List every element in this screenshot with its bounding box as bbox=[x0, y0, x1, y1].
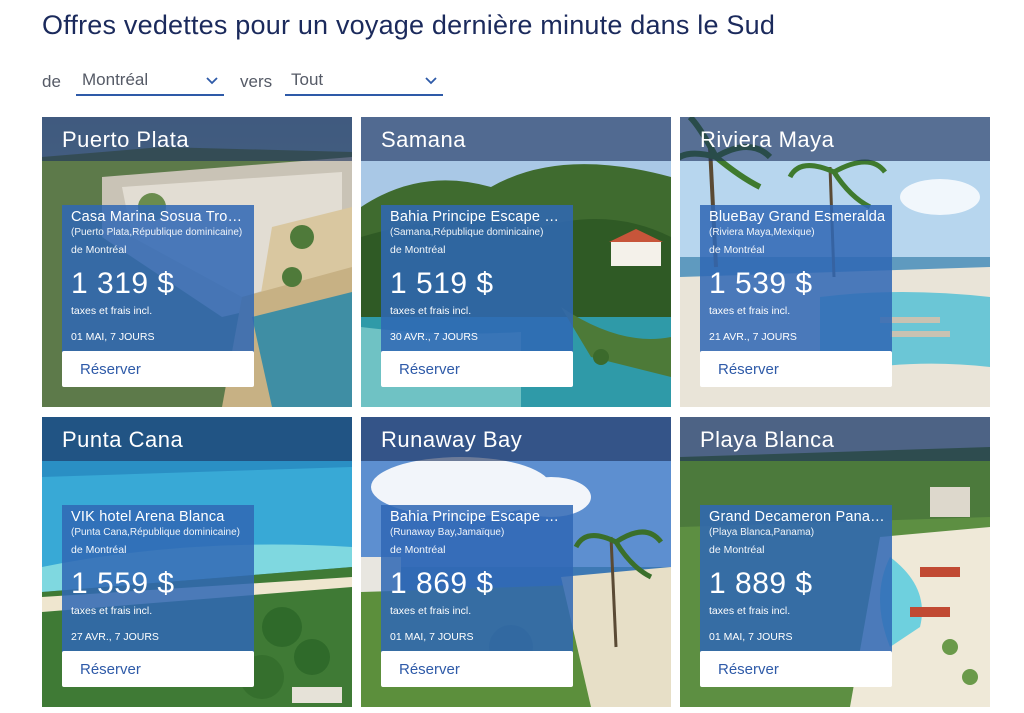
deal-dates: 21 AVR., 7 JOURS bbox=[709, 331, 797, 343]
deal-price: 1 319 $ bbox=[71, 267, 175, 300]
departure-city: de Montréal bbox=[709, 244, 765, 256]
departure-city: de Montréal bbox=[709, 544, 765, 556]
chevron-down-icon bbox=[425, 77, 437, 85]
hotel-location: (Samana,République dominicaine) bbox=[390, 227, 544, 238]
deal-price: 1 869 $ bbox=[390, 567, 494, 600]
hotel-location: (Riviera Maya,Mexique) bbox=[709, 227, 815, 238]
deal-dates: 01 MAI, 7 JOURS bbox=[709, 631, 793, 643]
departure-city: de Montréal bbox=[390, 244, 446, 256]
hotel-name: Bahia Principe Escape Runaway Bay bbox=[390, 509, 568, 525]
deal-card-samana[interactable]: Samana Bahia Principe Escape Cayo Levant… bbox=[361, 117, 671, 407]
destination-name: Puerto Plata bbox=[62, 127, 190, 152]
departure-city: de Montréal bbox=[71, 244, 127, 256]
to-select[interactable]: Tout bbox=[285, 66, 443, 96]
to-select-value: Tout bbox=[291, 70, 324, 89]
deal-card-runaway-bay[interactable]: Runaway Bay Bahia Principe Escape Runawa… bbox=[361, 417, 671, 707]
reserve-button[interactable]: Réserver bbox=[700, 351, 892, 387]
taxes-note: taxes et frais incl. bbox=[709, 305, 791, 317]
deal-price: 1 889 $ bbox=[709, 567, 813, 600]
taxes-note: taxes et frais incl. bbox=[71, 605, 153, 617]
taxes-note: taxes et frais incl. bbox=[71, 305, 153, 317]
hotel-location: (Puerto Plata,République dominicaine) bbox=[71, 227, 243, 238]
deal-dates: 01 MAI, 7 JOURS bbox=[71, 331, 155, 343]
reserve-button[interactable]: Réserver bbox=[62, 651, 254, 687]
destination-name: Riviera Maya bbox=[700, 127, 835, 152]
deal-card-riviera-maya[interactable]: Riviera Maya BlueBay Grand Esmeralda (Ri… bbox=[680, 117, 990, 407]
from-select[interactable]: Montréal bbox=[76, 66, 224, 96]
hotel-name: BlueBay Grand Esmeralda bbox=[709, 209, 886, 225]
from-label: de bbox=[42, 72, 61, 91]
hotel-name: Casa Marina Sosua Tropical bbox=[71, 209, 249, 225]
hotel-name: Grand Decameron Panamá bbox=[709, 509, 887, 525]
reserve-button[interactable]: Réserver bbox=[381, 651, 573, 687]
destination-name: Playa Blanca bbox=[700, 427, 835, 452]
to-label: vers bbox=[240, 72, 273, 91]
destination-name: Runaway Bay bbox=[381, 427, 523, 452]
destination-name: Samana bbox=[381, 127, 466, 152]
page-title: Offres vedettes pour un voyage dernière … bbox=[42, 10, 776, 40]
chevron-down-icon bbox=[206, 77, 218, 85]
deal-price: 1 519 $ bbox=[390, 267, 494, 300]
destination-name: Punta Cana bbox=[62, 427, 184, 452]
deal-card-puerto-plata[interactable]: Puerto Plata Casa Marina Sosua Tropical … bbox=[42, 117, 352, 407]
taxes-note: taxes et frais incl. bbox=[390, 305, 472, 317]
deal-card-playa-blanca[interactable]: Playa Blanca Grand Decameron Panamá (Pla… bbox=[680, 417, 990, 707]
hotel-location: (Playa Blanca,Panama) bbox=[709, 527, 815, 538]
hotel-location: (Runaway Bay,Jamaïque) bbox=[390, 527, 505, 538]
taxes-note: taxes et frais incl. bbox=[709, 605, 791, 617]
deal-price: 1 559 $ bbox=[71, 567, 175, 600]
reserve-button[interactable]: Réserver bbox=[62, 351, 254, 387]
reserve-button[interactable]: Réserver bbox=[381, 351, 573, 387]
departure-city: de Montréal bbox=[390, 544, 446, 556]
from-select-value: Montréal bbox=[82, 70, 149, 89]
deal-price: 1 539 $ bbox=[709, 267, 813, 300]
hotel-name: Bahia Principe Escape Cayo Levantado bbox=[390, 209, 568, 225]
taxes-note: taxes et frais incl. bbox=[390, 605, 472, 617]
reserve-button[interactable]: Réserver bbox=[700, 651, 892, 687]
hotel-location: (Punta Cana,République dominicaine) bbox=[71, 527, 240, 538]
hotel-name: VIK hotel Arena Blanca bbox=[71, 509, 225, 525]
deal-card-punta-cana[interactable]: Punta Cana VIK hotel Arena Blanca (Punta… bbox=[42, 417, 352, 707]
departure-city: de Montréal bbox=[71, 544, 127, 556]
deal-dates: 01 MAI, 7 JOURS bbox=[390, 631, 474, 643]
deal-dates: 30 AVR., 7 JOURS bbox=[390, 331, 478, 343]
deal-dates: 27 AVR., 7 JOURS bbox=[71, 631, 159, 643]
